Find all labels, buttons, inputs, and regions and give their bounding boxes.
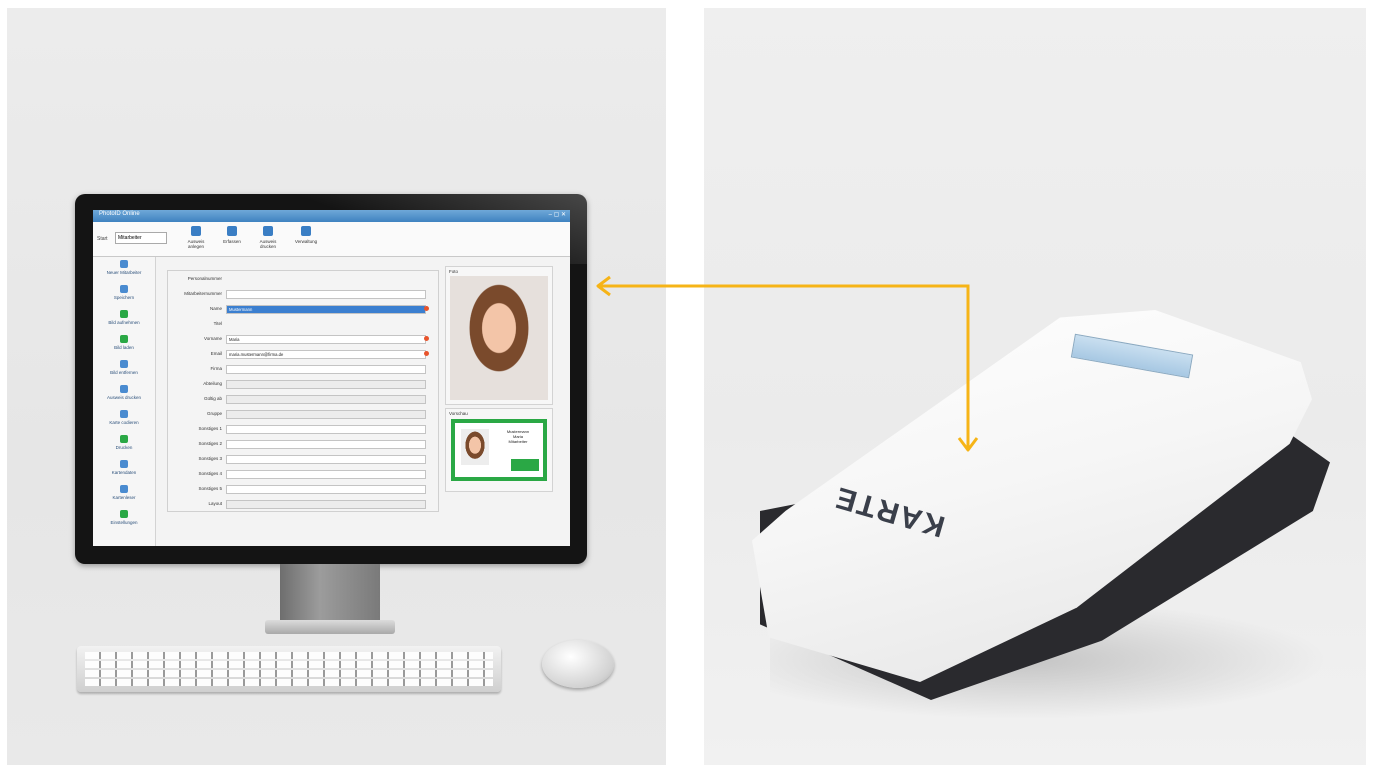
connection-arrows [596, 275, 979, 452]
connection-line [600, 284, 970, 448]
